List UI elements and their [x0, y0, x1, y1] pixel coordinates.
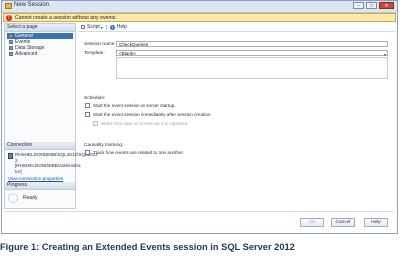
- toolbar-separator: [105, 24, 107, 30]
- window-controls: – □ ✕: [353, 2, 394, 9]
- minimize-button[interactable]: –: [353, 2, 364, 9]
- title-bar: New Session – □ ✕: [2, 1, 397, 13]
- help-icon: ?: [109, 24, 115, 30]
- error-banner: ! Cannot create a session without any ev…: [3, 13, 396, 22]
- connection-section: Connection RHSHELDONDEBB\SQL2012\SQL2012…: [5, 142, 98, 184]
- select-page-header: Select a page: [5, 24, 75, 32]
- script-button[interactable]: Script ▾: [81, 24, 103, 30]
- causality-tracking-label: Causality tracking:: [84, 143, 124, 148]
- general-page-content: Session name: CheckQueries Template: <Bl…: [78, 32, 396, 209]
- close-button[interactable]: ✕: [379, 2, 394, 9]
- connection-header: Connection: [5, 142, 75, 150]
- help-button[interactable]: Help: [364, 218, 388, 227]
- start-immediately-checkbox[interactable]: Start the event session immediately afte…: [85, 112, 212, 117]
- cancel-button[interactable]: Cancel: [331, 218, 355, 227]
- session-name-input[interactable]: CheckQueries: [116, 41, 388, 47]
- progress-section: Progress Ready: [5, 182, 75, 206]
- page-icon: [9, 52, 13, 56]
- maximize-button[interactable]: □: [366, 2, 377, 9]
- script-label: Script: [87, 24, 100, 30]
- checkbox-label: Watch live data on screen as it is captu…: [101, 121, 189, 126]
- sidebar: Select a page General Events Data Storag…: [4, 23, 98, 209]
- progress-header: Progress: [5, 182, 75, 190]
- page-icon: [9, 46, 13, 50]
- schedule-label: Schedule:: [84, 96, 106, 101]
- page-item-advanced[interactable]: Advanced: [7, 51, 73, 57]
- checkbox: [85, 150, 90, 155]
- dialog-button-bar: OK Cancel Help: [4, 211, 395, 232]
- help-label: Help: [116, 24, 128, 30]
- window-icon: [5, 3, 12, 9]
- progress-spinner-icon: [8, 193, 18, 203]
- session-name-label: Session name:: [84, 42, 116, 47]
- checkbox: [85, 103, 90, 108]
- checkbox-label: Start the event session at server startu…: [93, 103, 176, 108]
- track-causality-checkbox[interactable]: Track how events are related to one anot…: [85, 150, 184, 155]
- server-icon: [8, 153, 13, 159]
- page-item-label: Advanced: [15, 51, 38, 57]
- ok-button[interactable]: OK: [300, 218, 324, 227]
- checkbox: [93, 121, 98, 126]
- template-value: <Blank>: [119, 51, 136, 56]
- figure-caption: Figure 1: Creating an Extended Events se…: [0, 242, 295, 252]
- checkbox-label: Track how events are related to one anot…: [93, 150, 184, 155]
- page-list: General Events Data Storage Advanced: [5, 32, 75, 58]
- checkbox: [85, 112, 90, 117]
- error-message: Cannot create a session without any even…: [15, 15, 117, 21]
- page-icon: [9, 40, 13, 44]
- watch-live-data-checkbox[interactable]: Watch live data on screen as it is captu…: [93, 121, 188, 126]
- checkbox-label: Start the event session immediately afte…: [93, 112, 212, 117]
- error-icon: !: [6, 15, 12, 21]
- toolbar: Script ▾ ? Help: [78, 23, 396, 32]
- start-at-server-startup-checkbox[interactable]: Start the event session at server startu…: [85, 103, 175, 108]
- template-label: Template:: [84, 51, 105, 56]
- window-title: New Session: [14, 2, 50, 8]
- template-select[interactable]: <Blank> ▾: [116, 50, 388, 57]
- help-toolbar-button[interactable]: ? Help: [109, 24, 128, 30]
- template-description: [116, 57, 388, 79]
- page-icon: [9, 34, 13, 38]
- script-icon: [81, 25, 85, 29]
- chevron-down-icon: ▾: [100, 24, 103, 30]
- progress-status: Ready: [23, 195, 38, 201]
- new-session-window: New Session – □ ✕ ! Cannot create a sess…: [1, 0, 398, 234]
